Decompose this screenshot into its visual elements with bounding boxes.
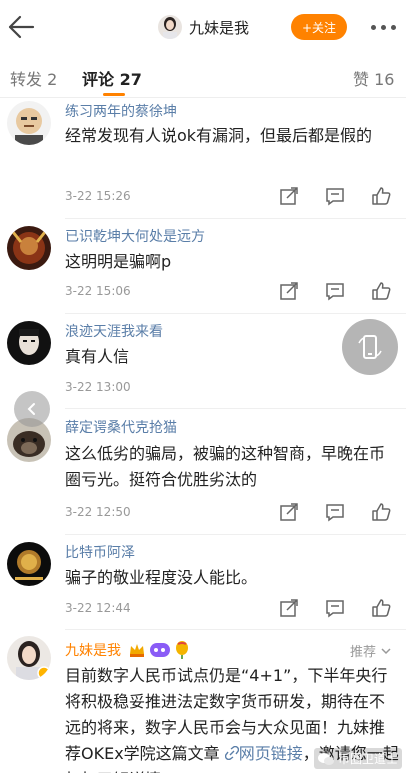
share-icon[interactable]: [278, 185, 300, 207]
comment-username[interactable]: 比特币阿泽: [65, 542, 135, 562]
web-link-label: 网页链接: [238, 744, 303, 763]
tab-bar: 转发 2 评论 27 赞 16: [0, 52, 406, 98]
user-badges: [128, 641, 190, 659]
crown-icon: [130, 644, 144, 657]
vip-badge-icon: [150, 643, 170, 657]
share-icon[interactable]: [278, 597, 300, 619]
user-avatar[interactable]: [7, 226, 51, 270]
divider: [65, 408, 406, 409]
like-icon[interactable]: [370, 597, 392, 619]
page-title: 九妹是我: [189, 18, 250, 37]
chevron-down-icon: [381, 647, 391, 654]
phone-icon: [358, 335, 382, 359]
comment-actions: [278, 280, 392, 302]
like-icon[interactable]: [370, 185, 392, 207]
user-avatar[interactable]: [7, 101, 51, 145]
comment-text: 这明明是骗啊p: [65, 252, 172, 271]
author-avatar[interactable]: [7, 636, 51, 680]
user-avatar[interactable]: [7, 542, 51, 586]
comment-icon[interactable]: [324, 597, 346, 619]
watermark-text: 币圈卫道士: [337, 752, 398, 766]
divider: [65, 313, 406, 314]
recommend-label: 推荐: [349, 645, 376, 660]
divider: [65, 629, 406, 630]
comment-username[interactable]: 薛定谔桑代克抢猫: [65, 417, 177, 437]
comment-username[interactable]: 浪迹天涯我来看: [65, 321, 163, 341]
back-arrow-icon[interactable]: [6, 12, 36, 42]
author-username[interactable]: 九妹是我: [65, 640, 121, 660]
comment-actions: [278, 185, 392, 207]
link-icon: [224, 745, 239, 761]
like-icon[interactable]: [370, 280, 392, 302]
chevron-left-icon: [27, 403, 35, 415]
share-icon[interactable]: [278, 280, 300, 302]
like-icon[interactable]: [370, 501, 392, 523]
author-avatar[interactable]: [158, 15, 182, 39]
share-icon[interactable]: [278, 501, 300, 523]
divider: [65, 218, 406, 219]
floating-phone-button[interactable]: [342, 319, 398, 375]
comment-username[interactable]: 已识乾坤大何处是远方: [65, 226, 205, 246]
comment-icon[interactable]: [324, 185, 346, 207]
tab-comments[interactable]: 评论 27: [82, 66, 142, 90]
divider: [65, 534, 406, 535]
comment-time: 3-22 12:44: [65, 601, 131, 615]
tab-likes[interactable]: 赞 16: [353, 66, 394, 90]
comment-text: 这么低劣的骗局，被骗的这种智商，早晚在币圈亏光。挺符合优胜劣汰的: [65, 444, 386, 489]
page-title-group[interactable]: 九妹是我: [158, 14, 249, 40]
comment-actions: [278, 501, 392, 523]
comment-text: 骗子的敬业程度没人能比。: [65, 568, 258, 587]
user-avatar[interactable]: [7, 321, 51, 365]
balloon-icon: [176, 641, 188, 659]
watermark: 币圈卫道士: [313, 748, 402, 769]
comment-text: 经常发现有人说ok有漏洞，但最后都是假的: [65, 126, 373, 145]
comment-icon[interactable]: [324, 501, 346, 523]
tab-repost[interactable]: 转发 2: [10, 66, 57, 90]
comment-actions: [278, 597, 392, 619]
recommend-tag[interactable]: 推荐: [350, 641, 392, 660]
side-back-button[interactable]: [14, 391, 50, 427]
comment-time: 3-22 15:06: [65, 284, 131, 298]
comment-username[interactable]: 练习两年的蔡徐坤: [65, 101, 177, 121]
comment-time: 3-22 15:26: [65, 189, 131, 203]
active-tab-indicator: [103, 93, 125, 96]
more-dots-icon[interactable]: [365, 14, 401, 40]
web-link[interactable]: 网页链接: [224, 744, 303, 763]
wechat-icon: [317, 752, 334, 765]
follow-button[interactable]: +关注: [291, 14, 347, 40]
comment-icon[interactable]: [324, 280, 346, 302]
top-bar: 九妹是我 +关注: [0, 0, 406, 52]
comment-time: 3-22 12:50: [65, 505, 131, 519]
comment-time: 3-22 13:00: [65, 380, 131, 394]
